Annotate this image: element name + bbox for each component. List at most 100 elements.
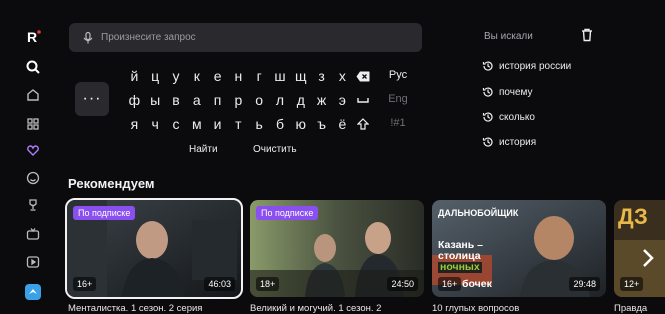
keyboard-row-2: ф ы в а п р о л д ж э bbox=[124, 90, 374, 110]
key[interactable]: д bbox=[290, 90, 311, 110]
age-rating: 18+ bbox=[256, 277, 280, 291]
key[interactable]: ч bbox=[145, 114, 166, 134]
microphone-icon[interactable] bbox=[81, 31, 95, 45]
trophy-icon[interactable] bbox=[24, 196, 42, 214]
key[interactable]: в bbox=[166, 90, 187, 110]
thumbnail-text-line: ДЗ bbox=[618, 204, 648, 229]
duration: 29:48 bbox=[569, 277, 600, 291]
history-icon bbox=[482, 137, 493, 147]
key[interactable]: с bbox=[166, 114, 187, 134]
chevron-right-icon[interactable] bbox=[641, 248, 655, 268]
symbols-key[interactable]: !#1 bbox=[383, 117, 413, 129]
space-icon bbox=[357, 98, 369, 103]
history-title: Вы искали bbox=[484, 31, 533, 42]
age-rating: 12+ bbox=[620, 277, 644, 291]
trash-icon[interactable] bbox=[580, 28, 594, 42]
history-item[interactable]: история bbox=[482, 136, 536, 148]
history-icon bbox=[482, 112, 493, 122]
key[interactable]: ё bbox=[332, 114, 353, 134]
svg-text:R: R bbox=[27, 29, 37, 45]
find-button[interactable]: Найти bbox=[189, 144, 218, 155]
space-key[interactable] bbox=[353, 90, 374, 110]
age-rating: 16+ bbox=[73, 277, 97, 291]
key[interactable]: т bbox=[228, 114, 249, 134]
grid-icon[interactable] bbox=[24, 115, 42, 133]
key[interactable]: н bbox=[228, 66, 249, 86]
history-item[interactable]: сколько bbox=[482, 111, 535, 123]
subscription-badge: По подписке bbox=[256, 206, 319, 220]
duration: 24:50 bbox=[387, 277, 418, 291]
key[interactable]: и bbox=[207, 114, 228, 134]
tv-icon[interactable] bbox=[24, 225, 42, 243]
backspace-icon bbox=[356, 71, 370, 81]
backspace-key[interactable] bbox=[353, 66, 374, 86]
key[interactable]: п bbox=[207, 90, 228, 110]
history-icon bbox=[482, 61, 493, 71]
key[interactable]: б bbox=[270, 114, 291, 134]
shift-key[interactable] bbox=[353, 114, 374, 134]
sidebar: R bbox=[0, 0, 62, 314]
video-title: Правда bbox=[614, 303, 648, 314]
smile-icon[interactable] bbox=[24, 169, 42, 187]
lang-en-key[interactable]: Eng bbox=[383, 93, 413, 105]
key[interactable]: щ bbox=[290, 66, 311, 86]
key[interactable]: ь bbox=[249, 114, 270, 134]
history-item[interactable]: история россии bbox=[482, 60, 571, 72]
key[interactable]: э bbox=[332, 90, 353, 110]
search-icon[interactable] bbox=[24, 58, 42, 76]
logo-icon[interactable]: R bbox=[24, 28, 42, 46]
search-input[interactable]: Произнесите запрос bbox=[69, 23, 422, 52]
key[interactable]: ц bbox=[145, 66, 166, 86]
key[interactable]: р bbox=[228, 90, 249, 110]
heart-icon[interactable] bbox=[24, 141, 42, 159]
home-icon[interactable] bbox=[24, 86, 42, 104]
section-title: Рекомендуем bbox=[68, 176, 155, 191]
keyboard-row-3: я ч с м и т ь б ю ъ ё bbox=[124, 114, 374, 134]
history-item[interactable]: почему bbox=[482, 86, 533, 98]
play-icon[interactable] bbox=[24, 253, 42, 271]
key[interactable]: к bbox=[186, 66, 207, 86]
key[interactable]: г bbox=[249, 66, 270, 86]
video-card[interactable]: По подписке 18+ 24:50 bbox=[250, 200, 424, 297]
key[interactable]: ы bbox=[145, 90, 166, 110]
age-rating: 16+ bbox=[438, 277, 462, 291]
key[interactable]: х bbox=[332, 66, 353, 86]
subscription-badge: По подписке bbox=[73, 206, 136, 220]
key[interactable]: м bbox=[186, 114, 207, 134]
lang-ru-key[interactable]: Рус bbox=[383, 69, 413, 81]
key[interactable]: ж bbox=[311, 90, 332, 110]
video-card[interactable]: По подписке 16+ 46:03 bbox=[65, 198, 243, 299]
key[interactable]: ю bbox=[290, 114, 311, 134]
thumbnail-text: Казань – столица ночных bbox=[438, 240, 483, 273]
history-item-label: история россии bbox=[499, 60, 572, 72]
video-card[interactable]: ДЗ 12+ bbox=[614, 200, 665, 297]
keyboard-row-1: й ц у к е н г ш щ з х bbox=[124, 66, 374, 86]
key[interactable]: о bbox=[249, 90, 270, 110]
key[interactable]: ш bbox=[270, 66, 291, 86]
video-card[interactable]: ДАЛЬНОБОЙЩИК Казань – столица ночных 16+… bbox=[432, 200, 606, 297]
key[interactable]: л bbox=[270, 90, 291, 110]
key[interactable]: у bbox=[166, 66, 187, 86]
key[interactable]: е bbox=[207, 66, 228, 86]
key[interactable]: ъ bbox=[311, 114, 332, 134]
search-placeholder: Произнесите запрос bbox=[101, 32, 196, 43]
duration: 46:03 bbox=[204, 277, 235, 291]
key[interactable]: а bbox=[186, 90, 207, 110]
key[interactable]: я bbox=[124, 114, 145, 134]
history-item-label: сколько bbox=[499, 111, 535, 123]
key[interactable]: ф bbox=[124, 90, 145, 110]
more-keys-button[interactable]: ··· bbox=[75, 82, 109, 116]
clear-button[interactable]: Очистить bbox=[253, 144, 297, 155]
video-title: 10 глупых вопросов bbox=[432, 303, 520, 314]
avatar-icon[interactable] bbox=[24, 283, 42, 301]
key[interactable]: й bbox=[124, 66, 145, 86]
video-title: Великий и могучий. 1 сезон. 2 bbox=[250, 303, 382, 314]
show-logo: ДАЛЬНОБОЙЩИК bbox=[438, 208, 519, 218]
thumbnail-text-line: бочек bbox=[462, 278, 492, 290]
thumbnail-text-line: ночных bbox=[438, 261, 482, 273]
video-title: Менталистка. 1 сезон. 2 серия bbox=[68, 303, 203, 314]
key[interactable]: з bbox=[311, 66, 332, 86]
history-item-label: история bbox=[499, 136, 537, 148]
history-icon bbox=[482, 87, 493, 97]
shift-icon bbox=[357, 118, 370, 130]
